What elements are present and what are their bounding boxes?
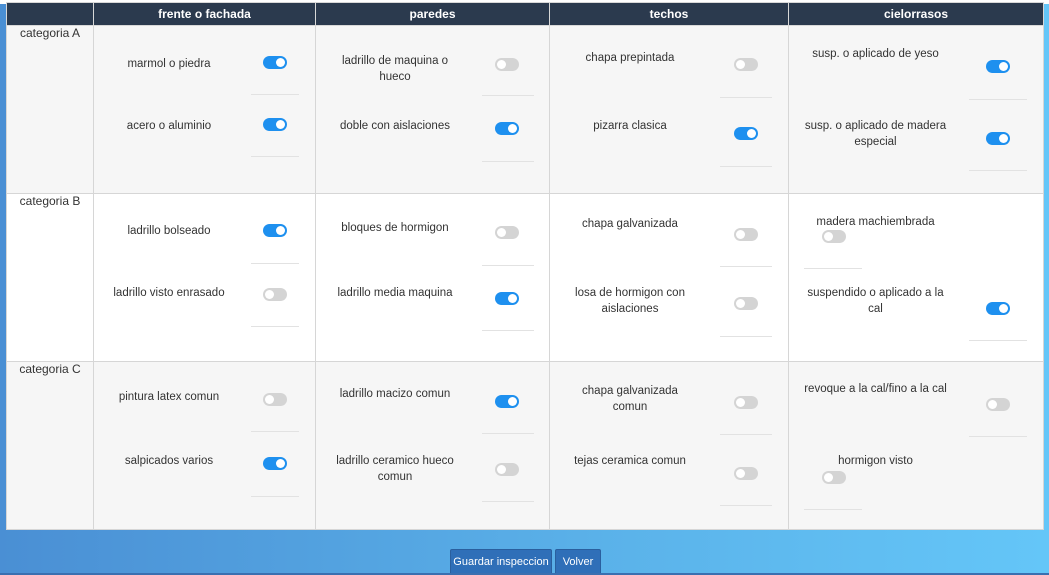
separator [482, 433, 534, 434]
option-toggle[interactable] [495, 463, 519, 476]
option-label: pintura latex comun [118, 391, 220, 403]
category-label: categoria C [6, 361, 94, 530]
option-toggle[interactable] [822, 471, 846, 484]
separator [720, 266, 772, 267]
option-toggle[interactable] [495, 292, 519, 305]
option-label: bloques de hormigon [341, 222, 449, 234]
separator [251, 326, 299, 327]
separator [251, 94, 299, 95]
option-toggle[interactable] [263, 457, 287, 470]
separator [969, 340, 1027, 341]
option-label: hormigon visto [838, 455, 913, 467]
option-label: losa de hormigon con aislaciones [575, 287, 685, 315]
separator [482, 501, 534, 502]
option-label: pizarra clasica [593, 120, 667, 132]
cell-b-paredes: bloques de hormigon ladrillo media maqui… [315, 193, 550, 362]
option-toggle[interactable] [495, 395, 519, 408]
option-toggle[interactable] [263, 288, 287, 301]
separator [804, 509, 862, 510]
separator [720, 434, 772, 435]
option-label: ladrillo media maquina [337, 287, 453, 299]
option-label: ladrillo ceramico hueco comun [336, 455, 454, 483]
cell-a-cielorrasos: susp. o aplicado de yeso susp. o aplicad… [788, 25, 1044, 194]
option-label: doble con aislaciones [340, 120, 450, 132]
option-toggle[interactable] [734, 127, 758, 140]
cell-c-paredes: ladrillo macizo comun ladrillo ceramico … [315, 361, 550, 530]
option-toggle[interactable] [734, 297, 758, 310]
option-toggle[interactable] [263, 56, 287, 69]
option-toggle[interactable] [822, 230, 846, 243]
option-toggle[interactable] [263, 393, 287, 406]
header-frente: frente o fachada [93, 2, 316, 26]
option-toggle[interactable] [495, 122, 519, 135]
cell-c-cielorrasos: revoque a la cal/fino a la cal hormigon … [788, 361, 1044, 530]
option-label: suspendido o aplicado a la cal [807, 287, 944, 315]
option-label: ladrillo macizo comun [339, 388, 451, 400]
option-label: marmol o piedra [127, 58, 211, 70]
cell-b-frente: ladrillo bolseado ladrillo visto enrasad… [93, 193, 316, 362]
separator [482, 330, 534, 331]
header-row: frente o fachada paredes techos cielorra… [6, 2, 1044, 26]
save-inspection-button[interactable]: Guardar inspeccion [450, 549, 552, 575]
option-label: tejas ceramica comun [574, 455, 686, 467]
option-label: ladrillo bolseado [127, 225, 211, 237]
option-toggle[interactable] [734, 228, 758, 241]
separator [720, 505, 772, 506]
option-toggle[interactable] [263, 118, 287, 131]
header-techos: techos [549, 2, 789, 26]
back-button[interactable]: Volver [555, 549, 601, 575]
header-blank [6, 2, 94, 26]
cell-a-techos: chapa prepintada pizarra clasica [549, 25, 789, 194]
option-toggle[interactable] [495, 58, 519, 71]
option-label: ladrillo visto enrasado [113, 287, 225, 299]
option-toggle[interactable] [986, 398, 1010, 411]
cell-b-cielorrasos: madera machiembrada suspendido o aplicad… [788, 193, 1044, 362]
option-toggle[interactable] [263, 224, 287, 237]
cell-b-techos: chapa galvanizada losa de hormigon con a… [549, 193, 789, 362]
category-row-b: categoria B ladrillo bolseado ladrillo v… [6, 193, 1044, 362]
option-label: madera machiembrada [816, 216, 935, 228]
separator [969, 436, 1027, 437]
header-cielorrasos: cielorrasos [788, 2, 1044, 26]
header-paredes: paredes [315, 2, 550, 26]
separator [720, 336, 772, 337]
category-row-a: categoria A marmol o piedra acero o alum… [6, 25, 1044, 194]
cell-a-frente: marmol o piedra acero o aluminio [93, 25, 316, 194]
inspection-table: frente o fachada paredes techos cielorra… [6, 2, 1044, 530]
option-toggle[interactable] [986, 302, 1010, 315]
separator [969, 170, 1027, 171]
cell-a-paredes: ladrillo de maquina o hueco doble con ai… [315, 25, 550, 194]
option-label: revoque a la cal/fino a la cal [804, 383, 947, 395]
option-toggle[interactable] [734, 467, 758, 480]
separator [251, 263, 299, 264]
separator [720, 166, 772, 167]
option-toggle[interactable] [495, 226, 519, 239]
category-label: categoria A [6, 25, 94, 194]
cell-c-techos: chapa galvanizada comun tejas ceramica c… [549, 361, 789, 530]
cell-c-frente: pintura latex comun salpicados varios [93, 361, 316, 530]
category-label: categoria B [6, 193, 94, 362]
option-label: susp. o aplicado de yeso [812, 48, 939, 60]
separator [251, 496, 299, 497]
separator [804, 268, 862, 269]
separator [482, 265, 534, 266]
option-label: chapa galvanizada comun [582, 385, 678, 413]
separator [482, 161, 534, 162]
option-label: ladrillo de maquina o hueco [341, 55, 449, 83]
category-row-c: categoria C pintura latex comun salpicad… [6, 361, 1044, 530]
option-label: salpicados varios [124, 455, 214, 467]
option-toggle[interactable] [986, 132, 1010, 145]
option-label: acero o aluminio [126, 120, 212, 132]
option-label: susp. o aplicado de madera especial [804, 120, 947, 148]
separator [251, 156, 299, 157]
separator [482, 95, 534, 96]
option-toggle[interactable] [986, 60, 1010, 73]
separator [251, 431, 299, 432]
option-toggle[interactable] [734, 58, 758, 71]
option-label: chapa prepintada [585, 52, 675, 64]
separator [720, 97, 772, 98]
option-toggle[interactable] [734, 396, 758, 409]
option-label: chapa galvanizada [582, 218, 678, 230]
separator [969, 99, 1027, 100]
